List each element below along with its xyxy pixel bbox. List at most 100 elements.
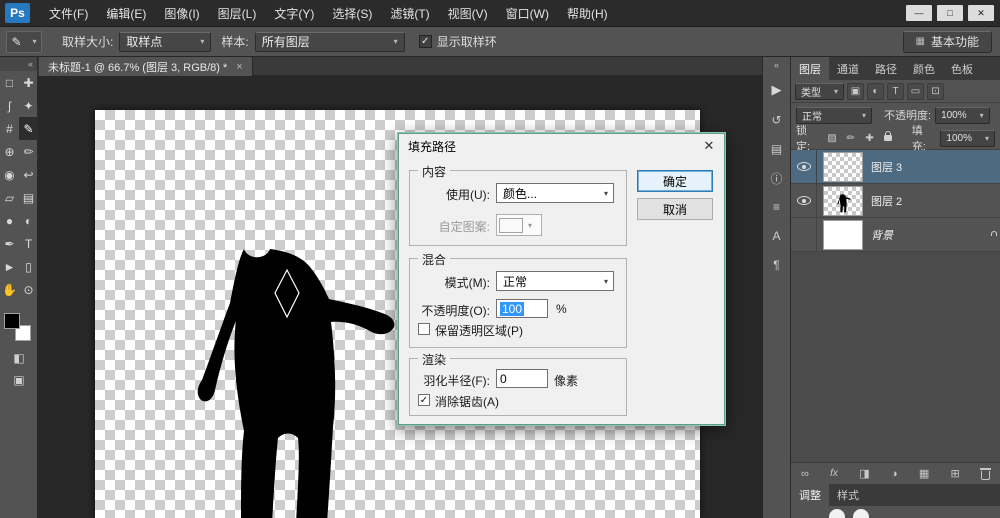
layer-row-background[interactable]: 背景 bbox=[791, 218, 1000, 252]
sample-dropdown[interactable]: 所有图层 ▾ bbox=[254, 31, 405, 52]
tab-color[interactable]: 颜色 bbox=[905, 57, 943, 80]
tab-adjustments[interactable]: 调整 bbox=[791, 484, 829, 506]
adjustment-icon[interactable] bbox=[853, 509, 869, 518]
menu-help[interactable]: 帮助(H) bbox=[558, 0, 617, 26]
play-panel-icon[interactable]: ▶ bbox=[772, 82, 782, 98]
workspace-switcher-button[interactable]: ▦ 基本功能 bbox=[902, 30, 992, 53]
minimize-button[interactable]: — bbox=[906, 5, 932, 21]
new-layer-icon[interactable]: ⊞ bbox=[951, 467, 960, 480]
lock-transparent-icon[interactable]: ▨ bbox=[825, 130, 840, 146]
filter-pixel-icon[interactable]: ▣ bbox=[847, 82, 865, 100]
mode-select[interactable]: 正常 ▾ bbox=[496, 271, 614, 291]
lasso-tool[interactable]: ʃ bbox=[0, 94, 19, 117]
document-tab[interactable]: 未标题-1 @ 66.7% (图层 3, RGB/8) * × bbox=[39, 57, 253, 76]
opacity-input[interactable]: 100 bbox=[496, 299, 548, 318]
ok-button[interactable]: 确定 bbox=[637, 170, 713, 192]
menu-image[interactable]: 图像(I) bbox=[155, 0, 208, 26]
dodge-tool[interactable]: ◐ bbox=[19, 209, 38, 232]
lock-position-icon[interactable]: ✚ bbox=[862, 130, 877, 146]
cancel-button[interactable]: 取消 bbox=[637, 198, 713, 220]
layer-thumbnail[interactable] bbox=[823, 219, 863, 250]
filter-smart-object-icon[interactable]: ⊡ bbox=[927, 82, 945, 100]
hand-tool[interactable]: ✋ bbox=[0, 278, 19, 301]
menu-window[interactable]: 窗口(W) bbox=[497, 0, 558, 26]
menu-edit[interactable]: 编辑(E) bbox=[97, 0, 155, 26]
blur-tool[interactable]: ● bbox=[0, 209, 19, 232]
clone-stamp-tool[interactable]: ◉ bbox=[0, 163, 19, 186]
tab-swatches[interactable]: 色板 bbox=[943, 57, 981, 80]
lock-all-icon[interactable] bbox=[881, 130, 896, 146]
antialias-checkbox[interactable]: ✓ bbox=[418, 394, 430, 406]
layer-group-icon[interactable]: ▦ bbox=[919, 467, 929, 480]
pen-tool[interactable]: ✒ bbox=[0, 232, 19, 255]
tab-channels[interactable]: 通道 bbox=[829, 57, 867, 80]
use-select[interactable]: 颜色... ▾ bbox=[496, 183, 614, 203]
tab-paths[interactable]: 路径 bbox=[867, 57, 905, 80]
visibility-toggle[interactable] bbox=[791, 218, 817, 251]
menu-file[interactable]: 文件(F) bbox=[40, 0, 97, 26]
layer-thumbnail[interactable] bbox=[823, 185, 863, 216]
tools-collapse-button[interactable]: « bbox=[0, 57, 37, 71]
spot-healing-tool[interactable]: ⊕ bbox=[0, 140, 19, 163]
dialog-close-button[interactable]: ✕ bbox=[694, 134, 724, 158]
layer-style-icon[interactable]: fx bbox=[830, 468, 838, 479]
show-sampling-ring-checkbox[interactable]: ✓ bbox=[418, 35, 432, 48]
tab-close-icon[interactable]: × bbox=[236, 61, 242, 73]
sample-size-dropdown[interactable]: 取样点 ▾ bbox=[119, 31, 212, 52]
swatches-icon[interactable]: ▤ bbox=[766, 138, 788, 160]
menu-filter[interactable]: 滤镜(T) bbox=[381, 0, 438, 26]
type-tool[interactable]: T bbox=[19, 232, 38, 255]
layer-mask-icon[interactable]: ◨ bbox=[859, 467, 869, 480]
link-layers-icon[interactable]: ∞ bbox=[801, 468, 809, 480]
expand-panels-button[interactable]: « bbox=[774, 60, 779, 74]
history-brush-tool[interactable]: ↩ bbox=[19, 163, 38, 186]
zoom-tool[interactable]: ⊙ bbox=[19, 278, 38, 301]
adjustment-icon[interactable] bbox=[829, 509, 845, 518]
marquee-tool[interactable]: □ bbox=[0, 71, 19, 94]
tab-styles[interactable]: 样式 bbox=[829, 484, 867, 506]
menu-type[interactable]: 文字(Y) bbox=[265, 0, 323, 26]
crop-tool[interactable]: # bbox=[0, 117, 19, 140]
history-icon[interactable]: ↺ bbox=[766, 109, 788, 131]
delete-layer-icon[interactable] bbox=[980, 467, 991, 480]
new-adjustment-icon[interactable]: ◑ bbox=[891, 468, 898, 480]
menu-view[interactable]: 视图(V) bbox=[439, 0, 497, 26]
menu-layer[interactable]: 图层(L) bbox=[209, 0, 266, 26]
layer-opacity-dropdown[interactable]: 100% ▾ bbox=[935, 106, 990, 124]
preserve-transparency-checkbox[interactable] bbox=[418, 323, 430, 335]
paragraph-icon[interactable]: ¶ bbox=[766, 254, 788, 276]
gradient-tool[interactable]: ▤ bbox=[19, 186, 38, 209]
visibility-toggle[interactable] bbox=[791, 184, 817, 217]
active-tool-preview[interactable]: ✎ ▾ bbox=[6, 30, 42, 53]
close-button[interactable]: ✕ bbox=[968, 5, 994, 21]
foreground-color-swatch[interactable] bbox=[4, 313, 20, 329]
maximize-button[interactable]: □ bbox=[937, 5, 963, 21]
brush-tool[interactable]: ✏ bbox=[19, 140, 38, 163]
menu-select[interactable]: 选择(S) bbox=[323, 0, 381, 26]
layer-thumbnail[interactable] bbox=[823, 151, 863, 182]
screen-mode-button[interactable]: ▣ bbox=[0, 369, 38, 391]
visibility-toggle[interactable] bbox=[791, 150, 817, 183]
quick-mask-button[interactable]: ◧ bbox=[0, 347, 38, 369]
feather-input[interactable]: 0 bbox=[496, 369, 548, 388]
quick-selection-tool[interactable]: ✦ bbox=[19, 94, 38, 117]
actions-icon[interactable]: ≡ bbox=[766, 196, 788, 218]
character-icon[interactable]: A bbox=[766, 225, 788, 247]
filter-type-icon[interactable]: T bbox=[887, 82, 905, 100]
move-tool[interactable]: ✚ bbox=[19, 71, 38, 94]
lock-pixels-icon[interactable]: ✏ bbox=[843, 130, 858, 146]
shape-tool[interactable]: ▯ bbox=[19, 255, 38, 278]
layer-row-3[interactable]: 图层 3 bbox=[791, 150, 1000, 184]
filter-kind-dropdown[interactable]: 类型 ▾ bbox=[795, 82, 845, 100]
filter-shape-icon[interactable]: ▭ bbox=[907, 82, 925, 100]
custom-pattern-picker[interactable]: ▾ bbox=[496, 214, 542, 236]
path-selection-tool[interactable]: ► bbox=[0, 255, 19, 278]
tab-layers[interactable]: 图层 bbox=[791, 57, 829, 80]
blend-mode-dropdown[interactable]: 正常 ▾ bbox=[796, 106, 872, 124]
layer-row-2[interactable]: 图层 2 bbox=[791, 184, 1000, 218]
info-icon[interactable]: ⓘ bbox=[766, 167, 788, 189]
eraser-tool[interactable]: ▱ bbox=[0, 186, 19, 209]
eyedropper-tool[interactable]: ✎ bbox=[19, 117, 38, 140]
fill-dropdown[interactable]: 100% ▾ bbox=[940, 129, 995, 147]
filter-adjustment-icon[interactable]: ◐ bbox=[867, 82, 885, 100]
